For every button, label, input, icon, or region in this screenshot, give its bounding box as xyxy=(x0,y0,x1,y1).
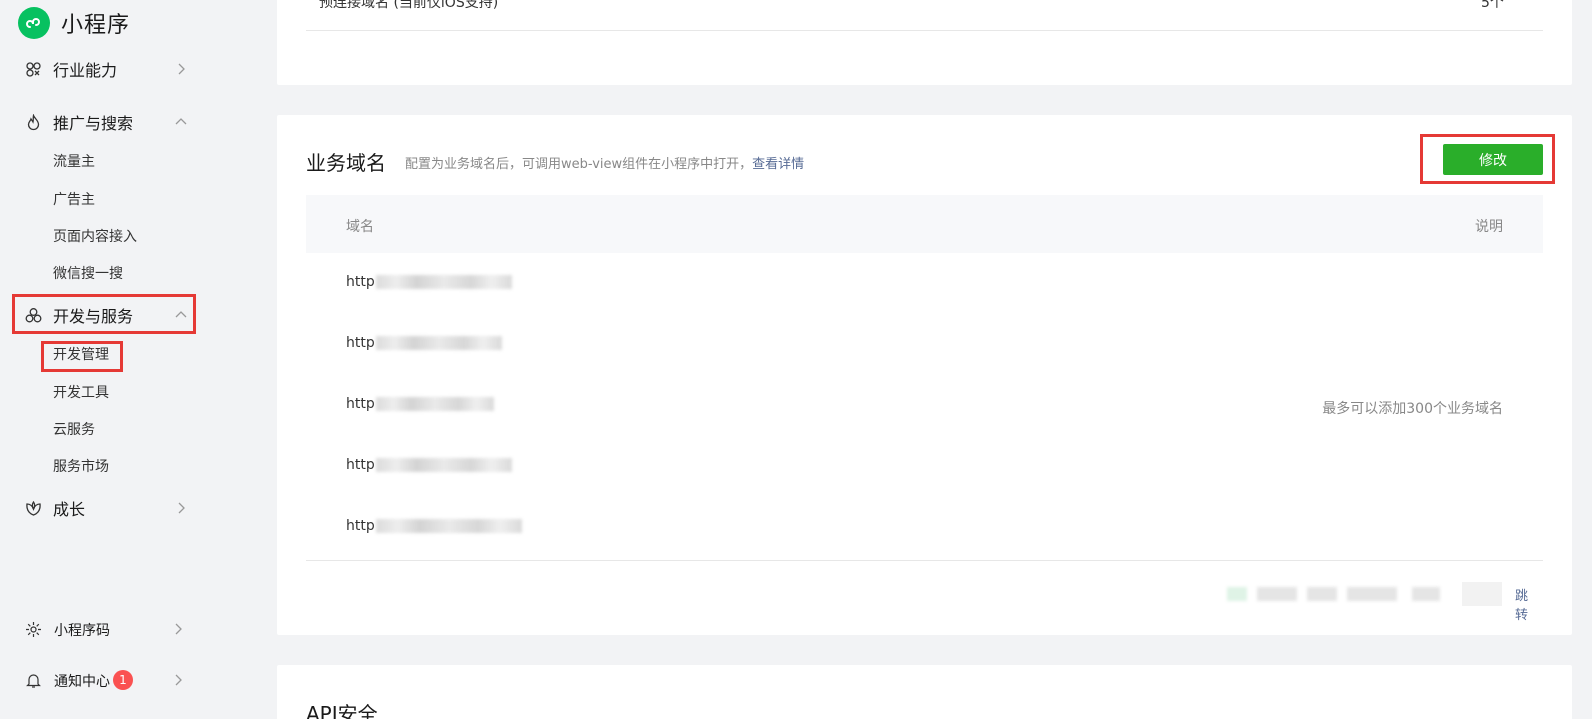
sidebar-item-label: 行业能力 xyxy=(53,61,118,80)
sidebar-sub-dev-management[interactable]: 开发管理 xyxy=(53,344,109,366)
bell-icon xyxy=(26,674,41,688)
sidebar-sub-service-market[interactable]: 服务市场 xyxy=(53,456,109,478)
sidebar-sub-wechat-search[interactable]: 微信搜一搜 xyxy=(53,263,123,285)
notification-count-badge: 1 xyxy=(113,670,133,690)
api-security-card: API安全 xyxy=(277,665,1572,719)
dev-service-icon xyxy=(25,308,42,323)
goto-page-button[interactable]: 跳转 xyxy=(1515,585,1537,623)
redacted-text xyxy=(1257,587,1297,601)
domain-prefix: http xyxy=(346,518,375,534)
growth-icon xyxy=(26,500,41,516)
domain-cell: http xyxy=(346,335,502,351)
view-details-link[interactable]: 查看详情 xyxy=(752,157,804,172)
chevron-right-icon xyxy=(178,502,185,514)
chevron-up-icon xyxy=(175,311,187,318)
mini-program-code-icon xyxy=(26,622,41,637)
section-title: 业务域名 xyxy=(306,151,386,175)
sidebar-item-label: 小程序码 xyxy=(54,623,110,639)
app-title: 小程序 xyxy=(61,13,131,38)
table-row: http xyxy=(306,253,1543,314)
table-row: http xyxy=(306,314,1543,375)
redacted-text xyxy=(1412,587,1440,601)
chevron-right-icon xyxy=(175,674,182,686)
column-header-description: 说明 xyxy=(1475,219,1503,235)
redacted-text xyxy=(1347,587,1397,601)
chevron-right-icon xyxy=(175,623,182,635)
redacted-text xyxy=(375,458,512,472)
table-row: http xyxy=(306,436,1543,497)
sidebar-item-notifications[interactable]: 通知中心 1 xyxy=(0,665,210,695)
domain-cell: http xyxy=(346,518,522,534)
modify-button[interactable]: 修改 xyxy=(1443,144,1543,175)
sidebar-sub-page-content[interactable]: 页面内容接入 xyxy=(53,226,137,248)
sidebar-item-promotion[interactable]: 推广与搜索 xyxy=(0,107,210,137)
redacted-text xyxy=(375,275,512,289)
chevron-up-icon xyxy=(175,118,187,125)
sidebar-item-growth[interactable]: 成长 xyxy=(0,493,210,523)
domain-cell: http xyxy=(346,274,512,290)
section-title: API安全 xyxy=(306,702,378,719)
redacted-text xyxy=(1227,587,1247,601)
table-header: 域名 说明 xyxy=(306,195,1543,253)
domain-settings-card-top: 预连接域名 (当前仅iOS支持) 5个 xyxy=(277,0,1572,85)
industry-icon xyxy=(26,62,41,77)
sidebar-sub-dev-tools[interactable]: 开发工具 xyxy=(53,382,109,404)
sidebar-item-label: 成长 xyxy=(53,500,86,519)
column-header-domain: 域名 xyxy=(346,219,374,235)
divider xyxy=(306,30,1543,31)
domain-prefix: http xyxy=(346,457,375,473)
sidebar-sub-cloud-service[interactable]: 云服务 xyxy=(53,419,95,441)
domain-limit-note: 最多可以添加300个业务域名 xyxy=(1322,401,1503,417)
section-description: 配置为业务域名后，可调用web-view组件在小程序中打开，查看详情 xyxy=(405,153,804,172)
sidebar-item-industry[interactable]: 行业能力 xyxy=(0,54,210,84)
sidebar-sub-traffic-owner[interactable]: 流量主 xyxy=(53,151,95,173)
preconnect-domain-label: 预连接域名 (当前仅iOS支持) xyxy=(319,0,499,11)
description-text: 配置为业务域名后，可调用web-view组件在小程序中打开， xyxy=(405,157,753,172)
chevron-right-icon xyxy=(178,63,185,75)
business-domain-card: 业务域名 配置为业务域名后，可调用web-view组件在小程序中打开，查看详情 … xyxy=(277,115,1572,635)
domain-prefix: http xyxy=(346,335,375,351)
redacted-text xyxy=(375,336,502,350)
domain-table: 域名 说明 http http http http http 最多可以添加300… xyxy=(306,195,1543,561)
redacted-text xyxy=(375,519,522,533)
preconnect-domain-count: 5个 xyxy=(1481,0,1504,11)
redacted-text xyxy=(375,397,494,411)
sidebar-item-label: 开发与服务 xyxy=(53,307,134,326)
domain-cell: http xyxy=(346,396,494,412)
page-number-input[interactable] xyxy=(1462,582,1502,606)
mini-program-logo-icon xyxy=(18,7,50,39)
sidebar-item-label: 通知中心 xyxy=(54,674,110,690)
flame-icon xyxy=(27,114,40,131)
domain-prefix: http xyxy=(346,396,375,412)
sidebar-item-label: 推广与搜索 xyxy=(53,114,134,133)
table-body: http http http http http 最多可以添加300个业务域名 xyxy=(306,253,1543,561)
sidebar-item-qrcode[interactable]: 小程序码 xyxy=(0,614,210,644)
app-logo[interactable]: 小程序 xyxy=(18,6,130,40)
domain-cell: http xyxy=(346,457,512,473)
sidebar-item-dev-service[interactable]: 开发与服务 xyxy=(0,300,210,330)
sidebar-sub-advertiser[interactable]: 广告主 xyxy=(53,189,95,211)
table-row: http xyxy=(306,497,1543,558)
sidebar: 小程序 行业能力 推广与搜索 流量主 广告主 页面内容接入 微信搜一搜 开发与服… xyxy=(0,0,218,719)
redacted-text xyxy=(1307,587,1337,601)
domain-prefix: http xyxy=(346,274,375,290)
pagination: 跳转 xyxy=(1227,582,1537,623)
